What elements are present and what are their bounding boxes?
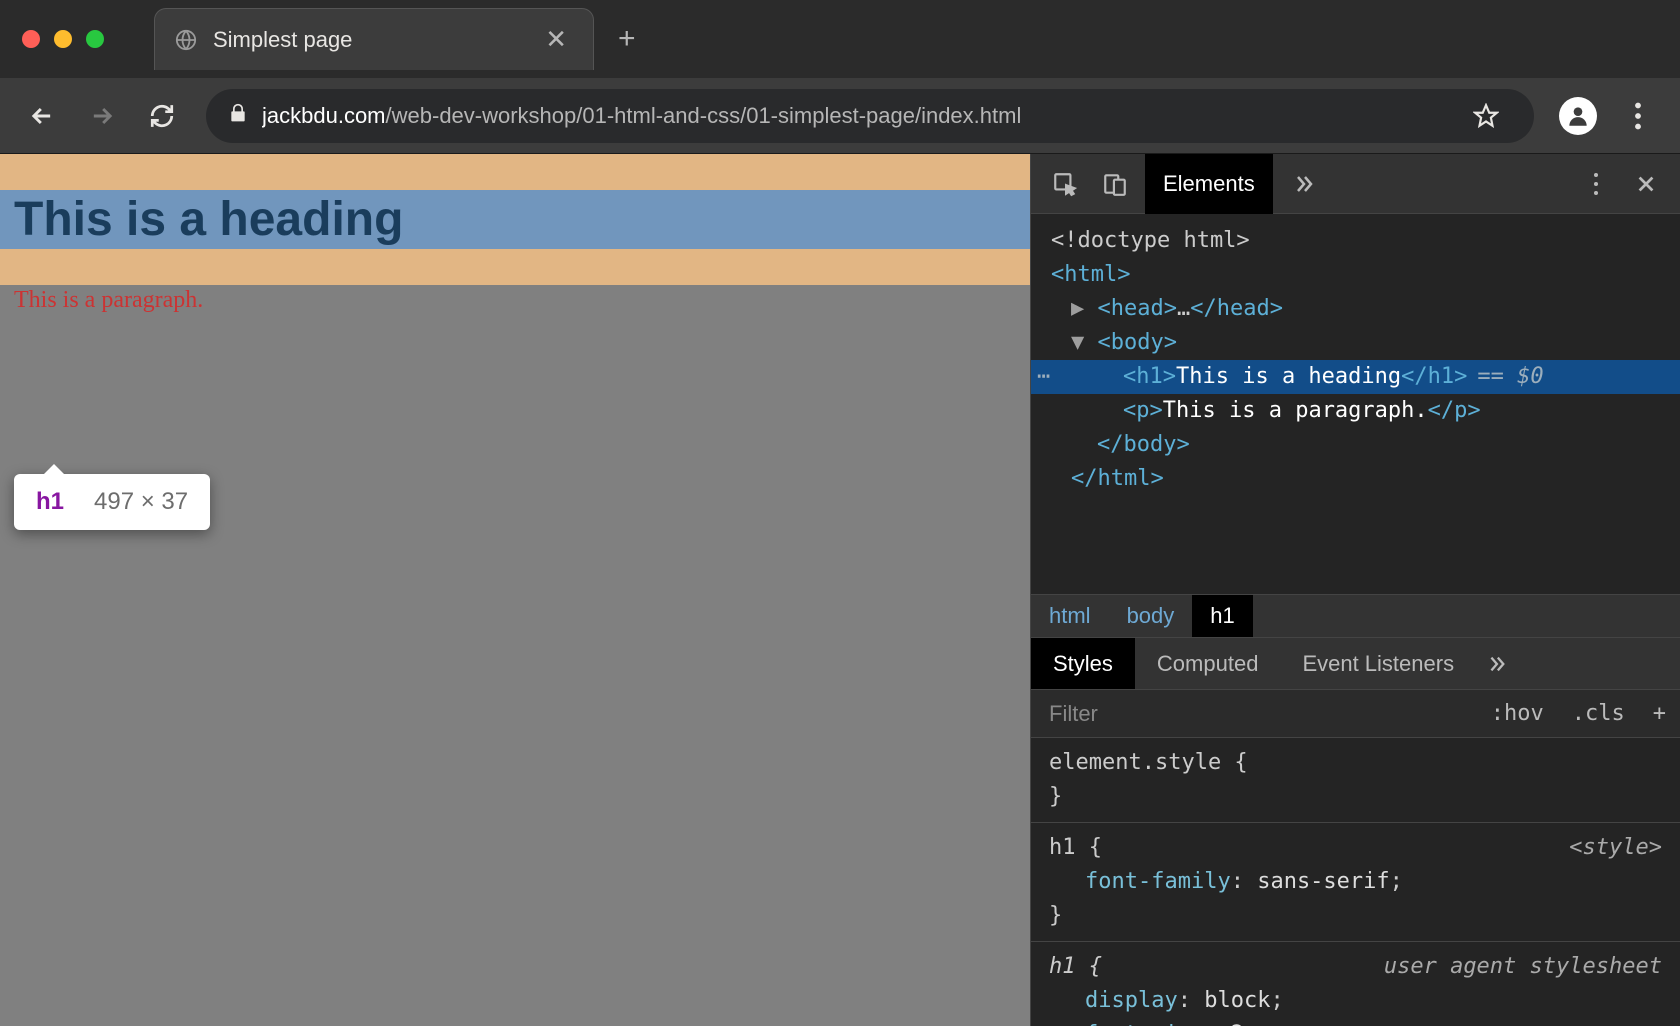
rendered-page[interactable]: This is a heading This is a paragraph. h… xyxy=(0,154,1030,1026)
globe-icon xyxy=(173,27,199,53)
styles-filter-input[interactable] xyxy=(1031,701,1477,727)
address-bar[interactable]: jackbdu.com/web-dev-workshop/01-html-and… xyxy=(206,89,1534,143)
style-rule[interactable]: <style> h1 { font-family: sans-serif; } xyxy=(1031,823,1680,942)
more-styles-tabs-icon[interactable] xyxy=(1476,644,1516,684)
rule-source[interactable]: <style> xyxy=(1569,831,1662,865)
content-area: This is a heading This is a paragraph. h… xyxy=(0,154,1680,1026)
devtools-menu-icon[interactable] xyxy=(1576,164,1616,204)
dom-line[interactable]: ▼ <body> xyxy=(1031,326,1680,360)
dom-line-selected[interactable]: <h1>This is a heading</h1>== $0 xyxy=(1031,360,1680,394)
close-tab-button[interactable]: ✕ xyxy=(537,24,575,55)
profile-button[interactable] xyxy=(1552,90,1604,142)
bookmark-star-icon[interactable] xyxy=(1460,90,1512,142)
tooltip-dimensions: 497 × 37 xyxy=(94,488,188,516)
url-text: jackbdu.com/web-dev-workshop/01-html-and… xyxy=(262,103,1021,129)
new-tab-button[interactable]: + xyxy=(594,22,660,56)
styles-body[interactable]: element.style { } <style> h1 { font-fami… xyxy=(1031,738,1680,1026)
crumb-h1[interactable]: h1 xyxy=(1192,595,1252,637)
maximize-window-button[interactable] xyxy=(86,30,104,48)
hov-toggle[interactable]: :hov xyxy=(1477,701,1558,726)
h1-margin-top-overlay xyxy=(0,154,1030,190)
devtools-close-icon[interactable] xyxy=(1626,164,1666,204)
dom-tree[interactable]: <!doctype html> <html> ▶ <head>…</head> … xyxy=(1031,214,1680,594)
traffic-lights xyxy=(0,30,126,48)
h1-margin-bottom-overlay xyxy=(0,249,1030,285)
browser-toolbar: jackbdu.com/web-dev-workshop/01-html-and… xyxy=(0,78,1680,154)
style-rule[interactable]: element.style { } xyxy=(1031,738,1680,823)
dom-breadcrumb: html body h1 xyxy=(1031,594,1680,638)
tab-title: Simplest page xyxy=(213,27,523,53)
kebab-menu-button[interactable] xyxy=(1612,90,1664,142)
tab-styles[interactable]: Styles xyxy=(1031,638,1135,689)
more-tabs-icon[interactable] xyxy=(1283,164,1323,204)
window-titlebar: Simplest page ✕ + xyxy=(0,0,1680,78)
cls-toggle[interactable]: .cls xyxy=(1558,701,1639,726)
element-inspect-tooltip: h1 497 × 37 xyxy=(14,474,210,530)
dom-line[interactable]: <!doctype html> xyxy=(1031,224,1680,258)
dom-line[interactable]: ▶ <head>…</head> xyxy=(1031,292,1680,326)
tab-elements[interactable]: Elements xyxy=(1145,154,1273,214)
crumb-body[interactable]: body xyxy=(1109,595,1193,637)
devtools-tabstrip: Elements xyxy=(1031,154,1680,214)
browser-tab[interactable]: Simplest page ✕ xyxy=(154,8,594,70)
back-button[interactable] xyxy=(16,90,68,142)
style-rule[interactable]: user agent stylesheet h1 { display: bloc… xyxy=(1031,942,1680,1026)
crumb-html[interactable]: html xyxy=(1031,595,1109,637)
dom-line[interactable]: <p>This is a paragraph.</p> xyxy=(1031,394,1680,428)
dom-line[interactable]: </html> xyxy=(1031,462,1680,496)
dom-line[interactable]: </body> xyxy=(1031,428,1680,462)
rule-source: user agent stylesheet xyxy=(1384,950,1662,984)
tooltip-tag-name: h1 xyxy=(36,488,64,516)
forward-button[interactable] xyxy=(76,90,128,142)
page-heading: This is a heading xyxy=(0,190,1030,249)
styles-filter-row: :hov .cls + xyxy=(1031,690,1680,738)
tab-event-listeners[interactable]: Event Listeners xyxy=(1280,638,1476,689)
dom-line[interactable]: <html> xyxy=(1031,258,1680,292)
devtools-panel: Elements <!doctype html> <html> ▶ <head>… xyxy=(1030,154,1680,1026)
minimize-window-button[interactable] xyxy=(54,30,72,48)
tab-computed[interactable]: Computed xyxy=(1135,638,1281,689)
reload-button[interactable] xyxy=(136,90,188,142)
new-rule-button[interactable]: + xyxy=(1639,701,1680,726)
lock-icon xyxy=(228,103,248,128)
styles-tabstrip: Styles Computed Event Listeners xyxy=(1031,638,1680,690)
close-window-button[interactable] xyxy=(22,30,40,48)
device-toggle-icon[interactable] xyxy=(1095,164,1135,204)
page-paragraph: This is a paragraph. xyxy=(0,285,1030,316)
inspect-element-icon[interactable] xyxy=(1045,164,1085,204)
